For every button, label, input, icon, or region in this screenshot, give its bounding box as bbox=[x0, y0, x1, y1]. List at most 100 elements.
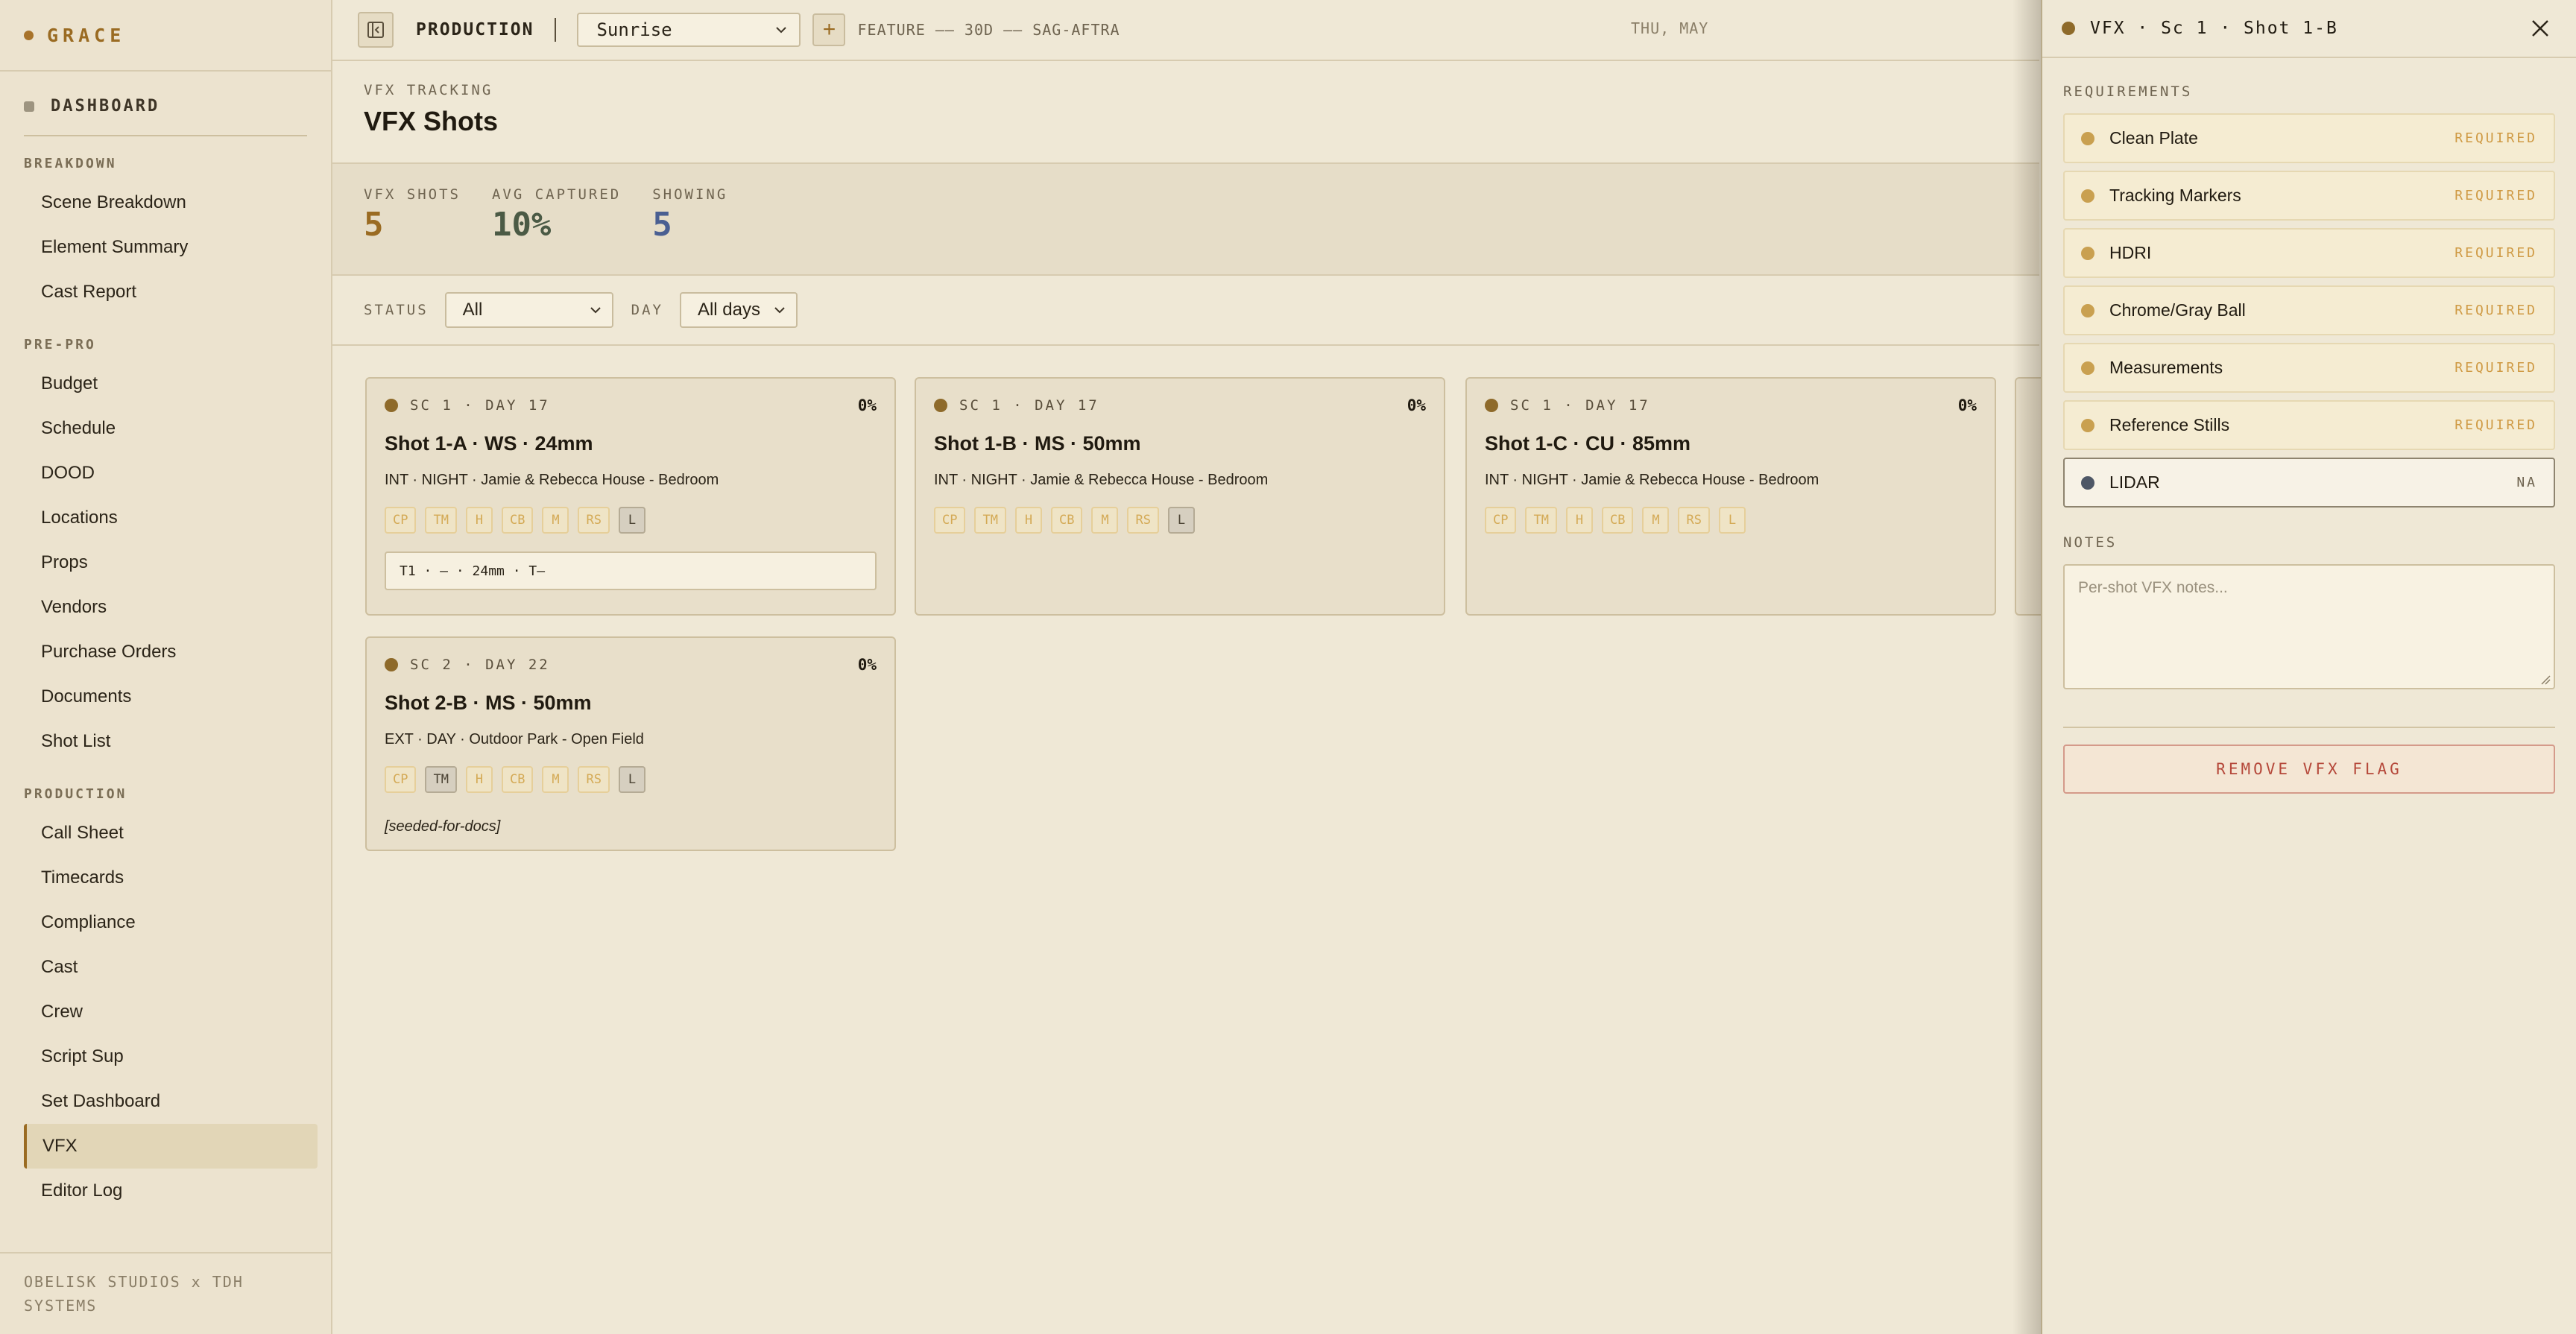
requirement-row[interactable]: Tracking Markers REQUIRED bbox=[2063, 171, 2555, 221]
sidebar-item-props[interactable]: Props bbox=[24, 540, 318, 585]
page-header: VFX TRACKING VFX Shots bbox=[332, 61, 2039, 164]
sidebar-item-vfx[interactable]: VFX bbox=[24, 1124, 318, 1169]
requirement-chip[interactable]: M bbox=[1642, 507, 1670, 534]
remove-vfx-flag-button[interactable]: REMOVE VFX FLAG bbox=[2063, 745, 2555, 794]
requirement-status-dot-icon bbox=[2081, 246, 2094, 260]
shot-card[interactable]: SC 1 · DAY 17 0% Shot 1-C · CU · 85mm INT ·… bbox=[1465, 377, 1996, 616]
sidebar-item-dood[interactable]: DOOD bbox=[24, 451, 318, 496]
requirement-chip[interactable]: TM bbox=[425, 507, 457, 534]
requirement-chip[interactable]: L bbox=[1167, 507, 1195, 534]
requirement-row[interactable]: LIDAR NA bbox=[2063, 458, 2555, 508]
requirement-chip[interactable]: H bbox=[1565, 507, 1593, 534]
shot-card[interactable]: SC 1 · DAY 17 0% Shot 1-A · WS · 24mm INT ·… bbox=[365, 377, 896, 616]
stats-bar: VFX SHOTS 5 AVG CAPTURED 10% SHOWING 5 bbox=[332, 164, 2039, 276]
notes-textarea[interactable]: Per-shot VFX notes... bbox=[2063, 564, 2555, 689]
requirement-chip[interactable]: M bbox=[1091, 507, 1119, 534]
scene-day-label: SC 1 · DAY 17 bbox=[959, 397, 1099, 414]
stat-avg-captured: AVG CAPTURED 10% bbox=[492, 186, 621, 274]
status-filter-select[interactable]: All bbox=[444, 292, 613, 328]
brand-name: GRACE bbox=[47, 24, 126, 46]
sidebar-item-scene-breakdown[interactable]: Scene Breakdown bbox=[24, 180, 318, 225]
requirement-chip[interactable]: CP bbox=[385, 507, 417, 534]
requirement-row[interactable]: Reference Stills REQUIRED bbox=[2063, 400, 2555, 450]
stat-value: 5 bbox=[652, 206, 672, 244]
sidebar-item-cast-report[interactable]: Cast Report bbox=[24, 270, 318, 314]
requirement-chip[interactable]: CP bbox=[934, 507, 966, 534]
captured-percent: 0% bbox=[1957, 396, 1977, 414]
requirement-state: REQUIRED bbox=[2455, 417, 2537, 433]
sidebar-item-locations[interactable]: Locations bbox=[24, 496, 318, 540]
sidebar-item-budget[interactable]: Budget bbox=[24, 361, 318, 406]
panel-shadow bbox=[2012, 0, 2041, 1334]
scene-day-label: SC 1 · DAY 17 bbox=[410, 397, 550, 414]
requirements-label: REQUIREMENTS bbox=[2063, 83, 2193, 100]
status-dot-icon bbox=[385, 399, 398, 412]
nav-section-label: PRE-PRO bbox=[24, 337, 96, 353]
sidebar-item-timecards[interactable]: Timecards bbox=[24, 856, 318, 900]
project-meta: FEATURE —— 30D —— SAG-AFTRA bbox=[857, 21, 1120, 39]
requirement-chip[interactable]: CB bbox=[1601, 507, 1634, 534]
requirement-row[interactable]: Chrome/Gray Ball REQUIRED bbox=[2063, 285, 2555, 335]
requirement-chip[interactable]: H bbox=[465, 766, 493, 793]
sidebar-item-element-summary[interactable]: Element Summary bbox=[24, 225, 318, 270]
dashboard-label: DASHBOARD bbox=[51, 97, 160, 116]
sidebar-item-set-dashboard[interactable]: Set Dashboard bbox=[24, 1079, 318, 1124]
requirement-chip[interactable]: CP bbox=[1485, 507, 1517, 534]
sidebar-item-documents[interactable]: Documents bbox=[24, 674, 318, 719]
requirement-chip[interactable]: M bbox=[542, 766, 569, 793]
status-dot-icon bbox=[2062, 22, 2075, 35]
requirement-name: Measurements bbox=[2109, 358, 2223, 377]
sidebar-item-shot-list[interactable]: Shot List bbox=[24, 719, 318, 764]
requirement-chip[interactable]: M bbox=[542, 507, 569, 534]
requirement-chip[interactable]: TM bbox=[425, 766, 457, 793]
requirement-chip[interactable]: TM bbox=[1525, 507, 1557, 534]
notes-label: NOTES bbox=[2063, 534, 2118, 551]
sidebar-item-cast[interactable]: Cast bbox=[24, 945, 318, 990]
add-project-button[interactable]: + bbox=[812, 13, 846, 46]
sidebar-item-dashboard[interactable]: DASHBOARD bbox=[24, 97, 307, 136]
requirement-chip[interactable]: L bbox=[1718, 507, 1746, 534]
requirement-chip[interactable]: RS bbox=[1678, 507, 1710, 534]
sidebar-item-vendors[interactable]: Vendors bbox=[24, 585, 318, 630]
card-meta: SC 1 · DAY 17 bbox=[385, 397, 550, 414]
page-title: VFX Shots bbox=[364, 106, 499, 136]
day-filter-select[interactable]: All days bbox=[679, 292, 798, 328]
resize-handle-icon[interactable] bbox=[2539, 673, 2551, 685]
requirement-chip[interactable]: CB bbox=[1050, 507, 1083, 534]
requirement-row[interactable]: Measurements REQUIRED bbox=[2063, 343, 2555, 393]
requirement-row[interactable]: HDRI REQUIRED bbox=[2063, 228, 2555, 278]
shot-title: Shot 1-C · CU · 85mm bbox=[1485, 432, 1691, 455]
shot-card[interactable]: SC 2 · DAY 22 0% Shot 2-B · MS · 50mm EXT ·… bbox=[365, 636, 896, 851]
requirement-state: REQUIRED bbox=[2455, 188, 2537, 203]
captured-percent: 0% bbox=[857, 656, 877, 674]
requirement-chip[interactable]: CP bbox=[385, 766, 417, 793]
shot-card[interactable]: SC 1 · DAY 17 0% Shot 1-B · MS · 50mm INT ·… bbox=[915, 377, 1445, 616]
requirement-chip[interactable]: H bbox=[1014, 507, 1042, 534]
requirement-chip[interactable]: L bbox=[618, 507, 645, 534]
requirement-chip[interactable]: CB bbox=[501, 507, 534, 534]
sidebar-item-schedule[interactable]: Schedule bbox=[24, 406, 318, 451]
sidebar-nav: BREAKDOWN Scene Breakdown Element Summary C… bbox=[0, 156, 331, 1213]
requirement-chip[interactable]: H bbox=[465, 507, 493, 534]
nav-section-label: PRODUCTION bbox=[24, 786, 127, 802]
chevron-down-icon bbox=[590, 307, 601, 314]
sidebar-item-purchase-orders[interactable]: Purchase Orders bbox=[24, 630, 318, 674]
project-select[interactable]: Sunrise bbox=[577, 13, 801, 47]
sidebar-item-compliance[interactable]: Compliance bbox=[24, 900, 318, 945]
requirement-row[interactable]: Clean Plate REQUIRED bbox=[2063, 113, 2555, 163]
requirement-chip[interactable]: CB bbox=[501, 766, 534, 793]
requirement-chip[interactable]: RS bbox=[578, 507, 610, 534]
brand-logo[interactable]: GRACE bbox=[0, 0, 331, 72]
requirement-chip[interactable]: TM bbox=[974, 507, 1006, 534]
requirement-chip[interactable]: RS bbox=[1127, 507, 1159, 534]
requirement-chip[interactable]: RS bbox=[578, 766, 610, 793]
sidebar-item-script-sup[interactable]: Script Sup bbox=[24, 1034, 318, 1079]
close-icon[interactable] bbox=[2527, 15, 2554, 42]
requirement-state: REQUIRED bbox=[2455, 245, 2537, 261]
sidebar-item-call-sheet[interactable]: Call Sheet bbox=[24, 811, 318, 856]
requirement-name: Tracking Markers bbox=[2109, 186, 2241, 205]
sidebar-item-editor-log[interactable]: Editor Log bbox=[24, 1169, 318, 1213]
sidebar-item-crew[interactable]: Crew bbox=[24, 990, 318, 1034]
collapse-sidebar-button[interactable] bbox=[358, 12, 394, 48]
requirement-chip[interactable]: L bbox=[618, 766, 645, 793]
